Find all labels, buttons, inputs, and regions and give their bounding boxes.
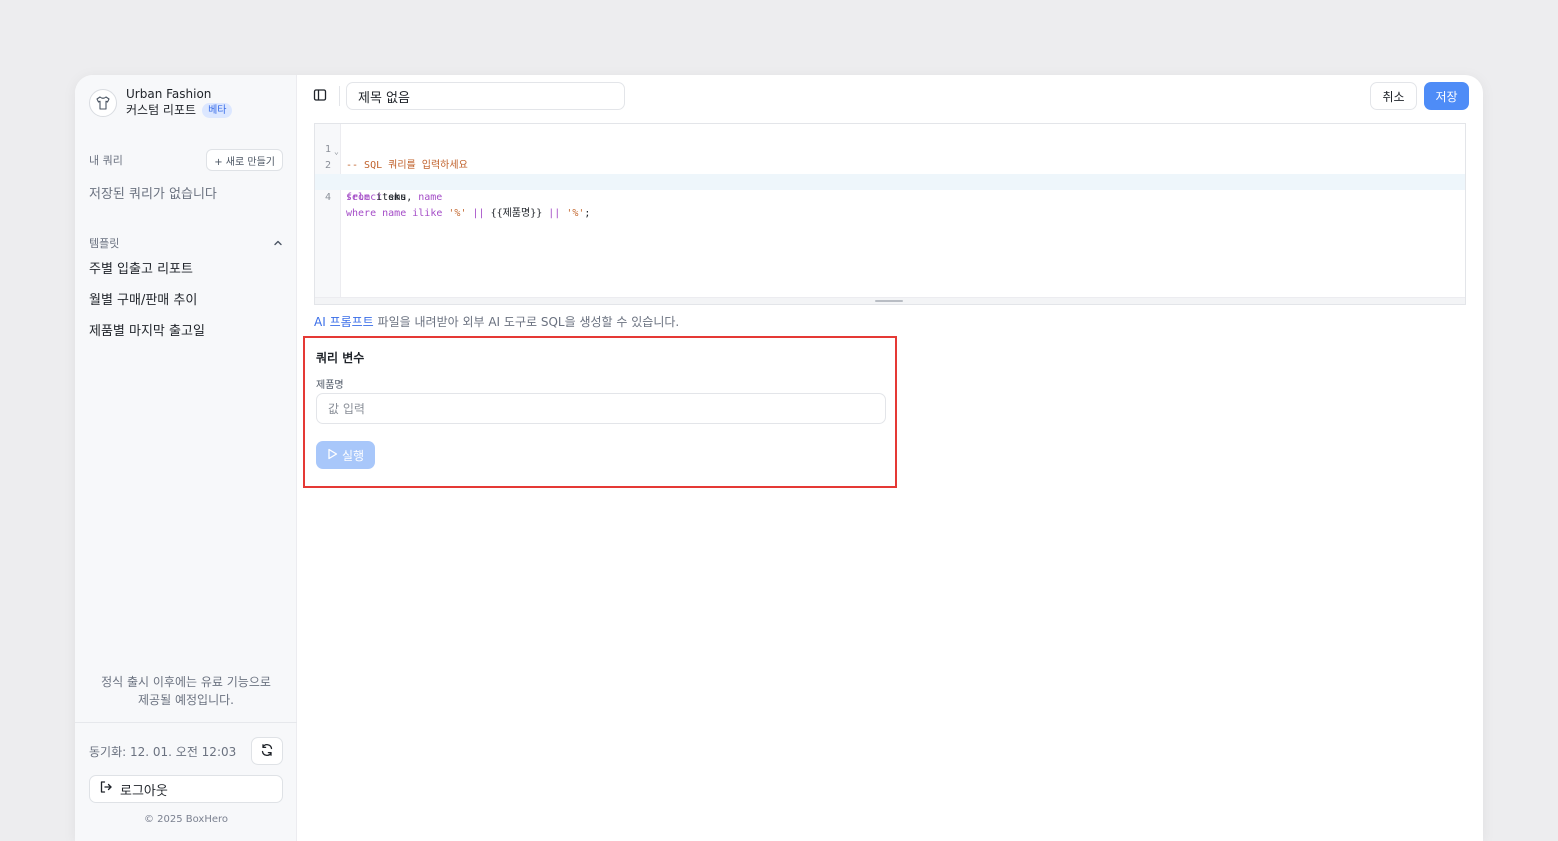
sidebar-divider <box>75 722 297 723</box>
run-label: 실행 <box>341 448 365 463</box>
logout-icon <box>99 780 120 798</box>
variable-label-product-name: 제품명 <box>316 380 344 391</box>
template-item-weekly-inout[interactable]: 주별 입출고 리포트 <box>89 259 205 290</box>
main-area: 취소 저장 1 -- SQL 쿼리를 입력하세요 2 ⌄ select sku,… <box>297 75 1483 841</box>
code-line-active: 4 where name ilike '%' || {{제품명}} || '%'… <box>315 174 1465 219</box>
template-item-monthly-trend[interactable]: 월별 구매/판매 추이 <box>89 290 205 321</box>
new-query-button[interactable]: + 새로 만들기 <box>206 149 283 171</box>
company-name: Urban Fashion <box>126 87 212 101</box>
app-name: 커스텀 리포트 <box>126 103 197 117</box>
query-variables-panel: 쿼리 변수 제품명 실행 <box>303 336 897 488</box>
notice-line-1: 정식 출시 이후에는 유료 기능으로 <box>101 675 271 689</box>
copyright: © 2025 BoxHero <box>143 814 229 825</box>
save-button[interactable]: 저장 <box>1424 82 1469 110</box>
sql-editor[interactable]: 1 -- SQL 쿼리를 입력하세요 2 ⌄ select sku, name … <box>314 123 1466 305</box>
notice-line-2: 제공될 예정입니다. <box>138 693 234 707</box>
variable-input-product-name[interactable] <box>316 393 886 424</box>
ai-prompt-link[interactable]: AI 프롬프트 <box>314 315 374 329</box>
refresh-icon <box>260 742 274 761</box>
empty-queries-text: 저장된 쿼리가 없습니다 <box>89 187 217 202</box>
sidebar: Urban Fashion 커스텀 리포트 베타 내 쿼리 + 새로 만들기 저… <box>75 75 297 841</box>
run-button[interactable]: 실행 <box>316 441 375 469</box>
logout-button[interactable]: 로그아웃 <box>89 775 283 803</box>
paid-feature-notice: 정식 출시 이후에는 유료 기능으로 제공될 예정입니다. <box>75 673 297 709</box>
beta-badge: 베타 <box>202 103 233 118</box>
editor-resize-bar[interactable] <box>315 297 1465 304</box>
brand: Urban Fashion 커스텀 리포트 베타 <box>89 87 233 118</box>
code-text: where name ilike '%' || {{제품명}} || '%'; <box>346 208 591 219</box>
chevron-up-icon[interactable] <box>273 233 283 252</box>
sync-button[interactable] <box>251 737 283 765</box>
resize-handle[interactable] <box>875 300 903 302</box>
logout-label: 로그아웃 <box>120 783 168 799</box>
cancel-button[interactable]: 취소 <box>1370 82 1417 110</box>
line-number: 4 <box>324 192 331 203</box>
app-window: Urban Fashion 커스텀 리포트 베타 내 쿼리 + 새로 만들기 저… <box>75 75 1483 841</box>
templates-list: 주별 입출고 리포트 월별 구매/판매 추이 제품별 마지막 출고일 <box>89 259 205 352</box>
template-item-last-shipment[interactable]: 제품별 마지막 출고일 <box>89 321 205 352</box>
ai-hint-text: 파일을 내려받아 외부 AI 도구로 SQL을 생성할 수 있습니다. <box>373 315 680 329</box>
shirt-logo-icon <box>89 88 117 117</box>
ai-hint: AI 프롬프트 파일을 내려받아 외부 AI 도구로 SQL을 생성할 수 있습… <box>314 313 679 330</box>
toolbar-separator <box>339 86 340 106</box>
my-queries-label: 내 쿼리 <box>89 154 123 167</box>
sync-status: 동기화: 12. 01. 오전 12:03 <box>89 744 237 759</box>
sidebar-toggle-icon[interactable] <box>312 87 328 103</box>
code-line: 1 -- SQL 쿼리를 입력하세요 <box>315 126 1465 171</box>
templates-header[interactable]: 템플릿 <box>89 233 283 252</box>
code-line: 2 ⌄ select sku, name <box>315 142 1465 203</box>
query-title-input[interactable] <box>346 82 625 110</box>
code-line: 3 from items <box>315 158 1465 203</box>
templates-label: 템플릿 <box>89 236 120 250</box>
play-icon <box>327 448 342 463</box>
variables-title: 쿼리 변수 <box>316 351 365 365</box>
